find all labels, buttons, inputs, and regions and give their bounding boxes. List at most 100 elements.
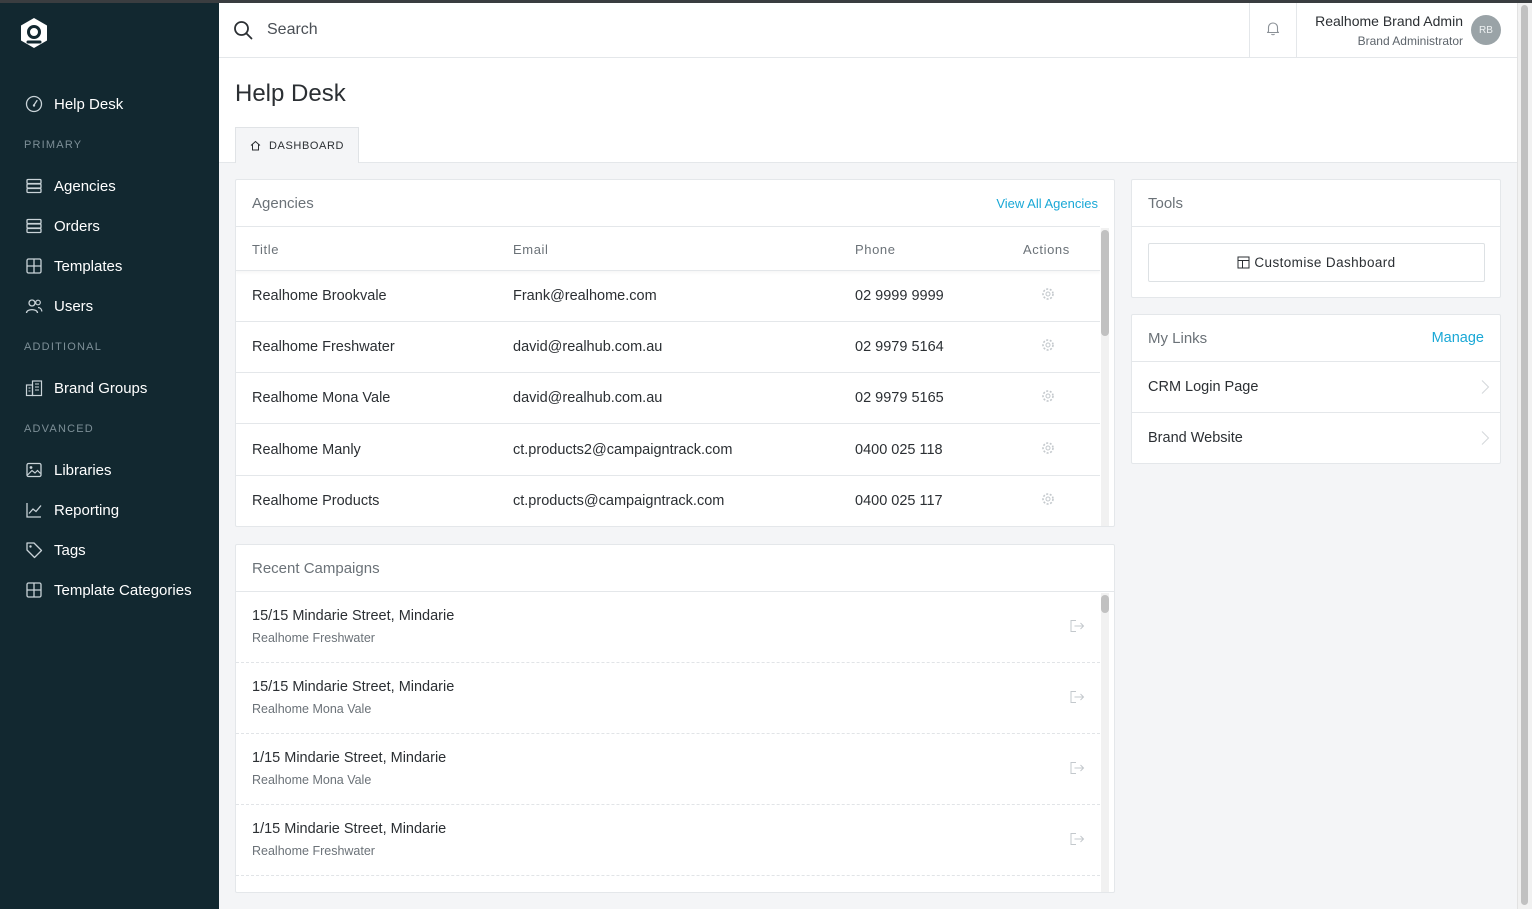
link-label: CRM Login Page	[1148, 379, 1259, 395]
list-item[interactable]: 1/15 Mindarie Street, Mindarie Realhome …	[236, 805, 1100, 876]
column-header-title[interactable]: Title	[252, 242, 279, 257]
grid-icon	[24, 581, 43, 600]
chart-line-icon	[24, 501, 43, 520]
campaign-address[interactable]: 15/15 Mindarie Street, Mindarie	[252, 679, 454, 695]
sidebar-item-label: Template Categories	[54, 581, 192, 599]
customise-dashboard-button[interactable]: Customise Dashboard	[1148, 243, 1485, 282]
page-header: Help Desk DASHBOARD	[219, 58, 1517, 163]
sidebar-item-label: Tags	[54, 541, 86, 559]
divider	[1132, 226, 1500, 227]
open-external-icon[interactable]	[1069, 832, 1085, 846]
column-header-actions: Actions	[1023, 242, 1070, 257]
agency-title[interactable]: Realhome Brookvale	[252, 288, 387, 304]
agencies-scrollbar[interactable]	[1101, 228, 1109, 526]
table-row[interactable]: Realhome Manly ct.products2@campaigntrac…	[236, 424, 1100, 476]
sidebar: Help Desk PRIMARY Agencies Orders Templa…	[0, 3, 219, 909]
campaign-agency: Realhome Freshwater	[252, 631, 375, 645]
sidebar-item-orders[interactable]: Orders	[24, 214, 100, 238]
users-icon	[24, 297, 43, 316]
user-name[interactable]: Realhome Brand Admin	[1315, 13, 1463, 29]
sidebar-item-label: Libraries	[54, 461, 112, 479]
avatar[interactable]: RB	[1471, 15, 1501, 45]
card-title: Agencies	[252, 195, 314, 212]
sidebar-item-reporting[interactable]: Reporting	[24, 498, 119, 522]
open-external-icon[interactable]	[1069, 761, 1085, 775]
stack-icon	[24, 217, 43, 236]
realhub-logo-icon[interactable]	[19, 17, 49, 49]
recent-campaigns-card: Recent Campaigns 15/15 Mindarie Street, …	[235, 544, 1115, 893]
section-label-primary: PRIMARY	[24, 139, 83, 151]
table-row[interactable]: Realhome Freshwater david@realhub.com.au…	[236, 322, 1100, 373]
home-icon	[250, 140, 261, 151]
sidebar-item-label: Help Desk	[54, 95, 124, 113]
open-external-icon[interactable]	[1069, 690, 1085, 704]
link-label: Brand Website	[1148, 430, 1243, 446]
campaigns-scrollbar[interactable]	[1101, 593, 1109, 892]
sidebar-item-label: Agencies	[54, 177, 116, 195]
link-item-brand-website[interactable]: Brand Website	[1132, 412, 1500, 463]
buildings-icon	[24, 379, 43, 398]
sidebar-item-users[interactable]: Users	[24, 294, 93, 318]
section-label-additional: ADDITIONAL	[24, 341, 103, 353]
gear-icon[interactable]	[1041, 492, 1055, 506]
agency-title[interactable]: Realhome Manly	[252, 442, 361, 458]
column-header-phone[interactable]: Phone	[855, 242, 896, 257]
agency-title[interactable]: Realhome Mona Vale	[252, 390, 390, 406]
sidebar-item-brand-groups[interactable]: Brand Groups	[24, 376, 147, 400]
gear-icon[interactable]	[1041, 338, 1055, 352]
list-item[interactable]: 15/15 Mindarie Street, Mindarie Realhome…	[236, 592, 1100, 663]
agency-phone: 0400 025 117	[855, 493, 943, 509]
stack-icon	[24, 177, 43, 196]
page-scrollbar[interactable]	[1517, 3, 1532, 909]
user-role: Brand Administrator	[1357, 34, 1463, 48]
scrollbar-thumb[interactable]	[1101, 230, 1109, 336]
scrollbar-thumb[interactable]	[1521, 5, 1528, 905]
notifications-button[interactable]	[1249, 3, 1297, 58]
list-item[interactable]: 15/15 Mindarie Street, Mindarie Realhome…	[236, 663, 1100, 734]
section-label-advanced: ADVANCED	[24, 423, 94, 435]
agency-email: Frank@realhome.com	[513, 288, 657, 304]
campaign-address[interactable]: 1/15 Mindarie Street, Mindarie	[252, 821, 446, 837]
gear-icon[interactable]	[1041, 441, 1055, 455]
dashboard-gauge-icon	[24, 95, 43, 114]
sidebar-item-label: Orders	[54, 217, 100, 235]
sidebar-item-label: Brand Groups	[54, 379, 148, 397]
gear-icon[interactable]	[1041, 389, 1055, 403]
search-input[interactable]	[267, 17, 1167, 43]
tab-dashboard[interactable]: DASHBOARD	[235, 127, 360, 163]
sidebar-item-templates[interactable]: Templates	[24, 254, 122, 278]
search-icon	[233, 20, 253, 40]
view-all-agencies-link[interactable]: View All Agencies	[996, 196, 1098, 211]
campaign-address[interactable]: 15/15 Mindarie Street, Mindarie	[252, 608, 454, 624]
campaign-agency: Realhome Mona Vale	[252, 773, 372, 787]
column-header-email[interactable]: Email	[513, 242, 549, 257]
list-item[interactable]: 1/15 Mindarie Street, Mindarie Realhome …	[236, 734, 1100, 805]
gear-icon[interactable]	[1041, 287, 1055, 301]
table-row[interactable]: Realhome Products ct.products@campaigntr…	[236, 476, 1100, 526]
open-external-icon[interactable]	[1069, 619, 1085, 633]
agency-email: ct.products2@campaigntrack.com	[513, 442, 733, 458]
card-title: Tools	[1148, 195, 1184, 212]
table-row[interactable]: Realhome Brookvale Frank@realhome.com 02…	[236, 271, 1100, 322]
agency-phone: 02 9979 5164	[855, 339, 944, 355]
page-title: Help Desk	[235, 80, 346, 107]
table-row[interactable]: Realhome Mona Vale david@realhub.com.au …	[236, 373, 1100, 424]
sidebar-item-libraries[interactable]: Libraries	[24, 458, 112, 482]
scrollbar-thumb[interactable]	[1101, 595, 1109, 613]
campaign-address[interactable]: 1/15 Mindarie Street, Mindarie	[252, 750, 446, 766]
tab-label: DASHBOARD	[269, 139, 345, 152]
manage-links-link[interactable]: Manage	[1432, 330, 1484, 346]
sidebar-item-help-desk[interactable]: Help Desk	[24, 92, 123, 116]
sidebar-item-agencies[interactable]: Agencies	[24, 174, 116, 198]
tag-icon	[24, 541, 43, 560]
my-links-card: My Links Manage CRM Login Page Brand Web…	[1131, 314, 1501, 464]
agency-title[interactable]: Realhome Products	[252, 493, 379, 509]
sidebar-item-template-categories[interactable]: Template Categories	[24, 578, 192, 602]
bell-icon	[1265, 20, 1281, 41]
agencies-card: Agencies View All Agencies Title Email P…	[235, 179, 1115, 527]
agency-phone: 02 9999 9999	[855, 288, 944, 304]
agency-title[interactable]: Realhome Freshwater	[252, 339, 395, 355]
card-title: Recent Campaigns	[252, 560, 380, 577]
sidebar-item-tags[interactable]: Tags	[24, 538, 86, 562]
link-item-crm-login[interactable]: CRM Login Page	[1132, 361, 1500, 412]
